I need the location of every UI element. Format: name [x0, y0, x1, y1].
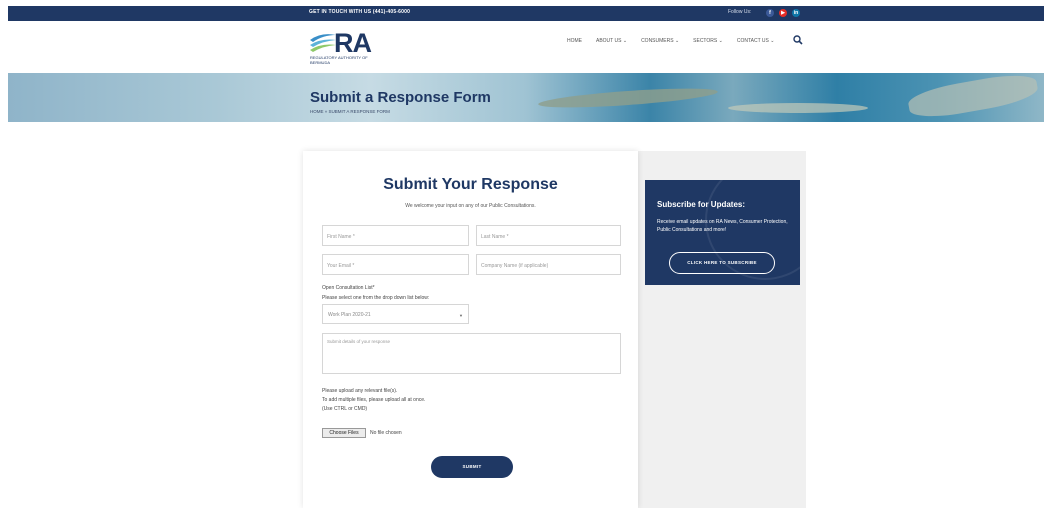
facebook-icon[interactable]: f	[766, 9, 774, 17]
site-header: RA REGULATORY AUTHORITY OF BERMUDA HOME …	[0, 21, 1050, 73]
top-contact-bar: GET IN TOUCH WITH US (441)-405-6000 Foll…	[8, 6, 1044, 21]
nav-consumers[interactable]: CONSUMERS ⌄	[641, 38, 679, 44]
banner-island-image	[906, 73, 1040, 122]
follow-us-label: Follow Us:	[728, 9, 752, 15]
search-icon[interactable]	[793, 35, 803, 45]
subscribe-text: Receive email updates on RA News, Consum…	[657, 219, 788, 233]
form-heading: Submit Your Response	[383, 176, 558, 193]
contact-phone[interactable]: GET IN TOUCH WITH US (441)-405-6000	[309, 9, 410, 15]
first-name-input[interactable]: First Name *	[322, 225, 469, 246]
consultation-label: Open Consultation List*	[322, 285, 375, 291]
upload-line: To add multiple files, please upload all…	[322, 397, 426, 403]
banner-island-image	[537, 84, 719, 112]
consultation-help: Please select one from the drop down lis…	[322, 295, 430, 301]
choose-files-button[interactable]: Choose Files	[322, 428, 366, 438]
response-details-textarea[interactable]: Submit details of your response	[322, 333, 621, 374]
subscribe-box: Subscribe for Updates: Receive email upd…	[645, 180, 800, 285]
no-file-status: No file chosen	[370, 430, 402, 436]
company-input[interactable]: Company Name (if applicable)	[476, 254, 621, 275]
breadcrumb[interactable]: HOME » SUBMIT A RESPONSE FORM	[310, 109, 390, 114]
submit-button[interactable]: SUBMIT	[431, 456, 513, 478]
nav-contact-us[interactable]: CONTACT US ⌄	[737, 38, 775, 44]
chevron-down-icon: ▼	[459, 313, 463, 318]
nav-sectors[interactable]: SECTORS ⌄	[693, 38, 723, 44]
main-nav: HOME ABOUT US ⌄ CONSUMERS ⌄ SECTORS ⌄ CO…	[567, 35, 803, 45]
subscribe-title: Subscribe for Updates:	[657, 200, 746, 209]
upload-line: Please upload any relevant file(s).	[322, 388, 398, 394]
page-title: Submit a Response Form	[310, 89, 491, 106]
upload-line: (Use CTRL or CMD)	[322, 406, 368, 412]
consultation-select[interactable]: Work Plan 2020-21 ▼	[322, 304, 469, 324]
linkedin-icon[interactable]: in	[792, 9, 800, 17]
banner-island-image	[728, 103, 868, 113]
nav-about-us[interactable]: ABOUT US ⌄	[596, 38, 627, 44]
email-input[interactable]: Your Email *	[322, 254, 469, 275]
logo-tagline: REGULATORY AUTHORITY OF BERMUDA	[310, 55, 368, 65]
last-name-input[interactable]: Last Name *	[476, 225, 621, 246]
nav-home[interactable]: HOME	[567, 38, 582, 44]
youtube-icon[interactable]: ▶	[779, 9, 787, 17]
response-form-card: Submit Your Response We welcome your inp…	[303, 151, 638, 508]
ra-logo[interactable]: RA REGULATORY AUTHORITY OF BERMUDA	[309, 28, 379, 66]
logo-swoosh-icon	[310, 34, 336, 52]
consultation-selected-value: Work Plan 2020-21	[328, 312, 371, 318]
page-banner: Submit a Response Form HOME » SUBMIT A R…	[8, 73, 1044, 122]
upload-instructions: Please upload any relevant file(s). To a…	[322, 387, 425, 414]
form-subheading: We welcome your input on any of our Publ…	[405, 203, 536, 209]
subscribe-button[interactable]: CLICK HERE TO SUBSCRIBE	[669, 252, 775, 274]
